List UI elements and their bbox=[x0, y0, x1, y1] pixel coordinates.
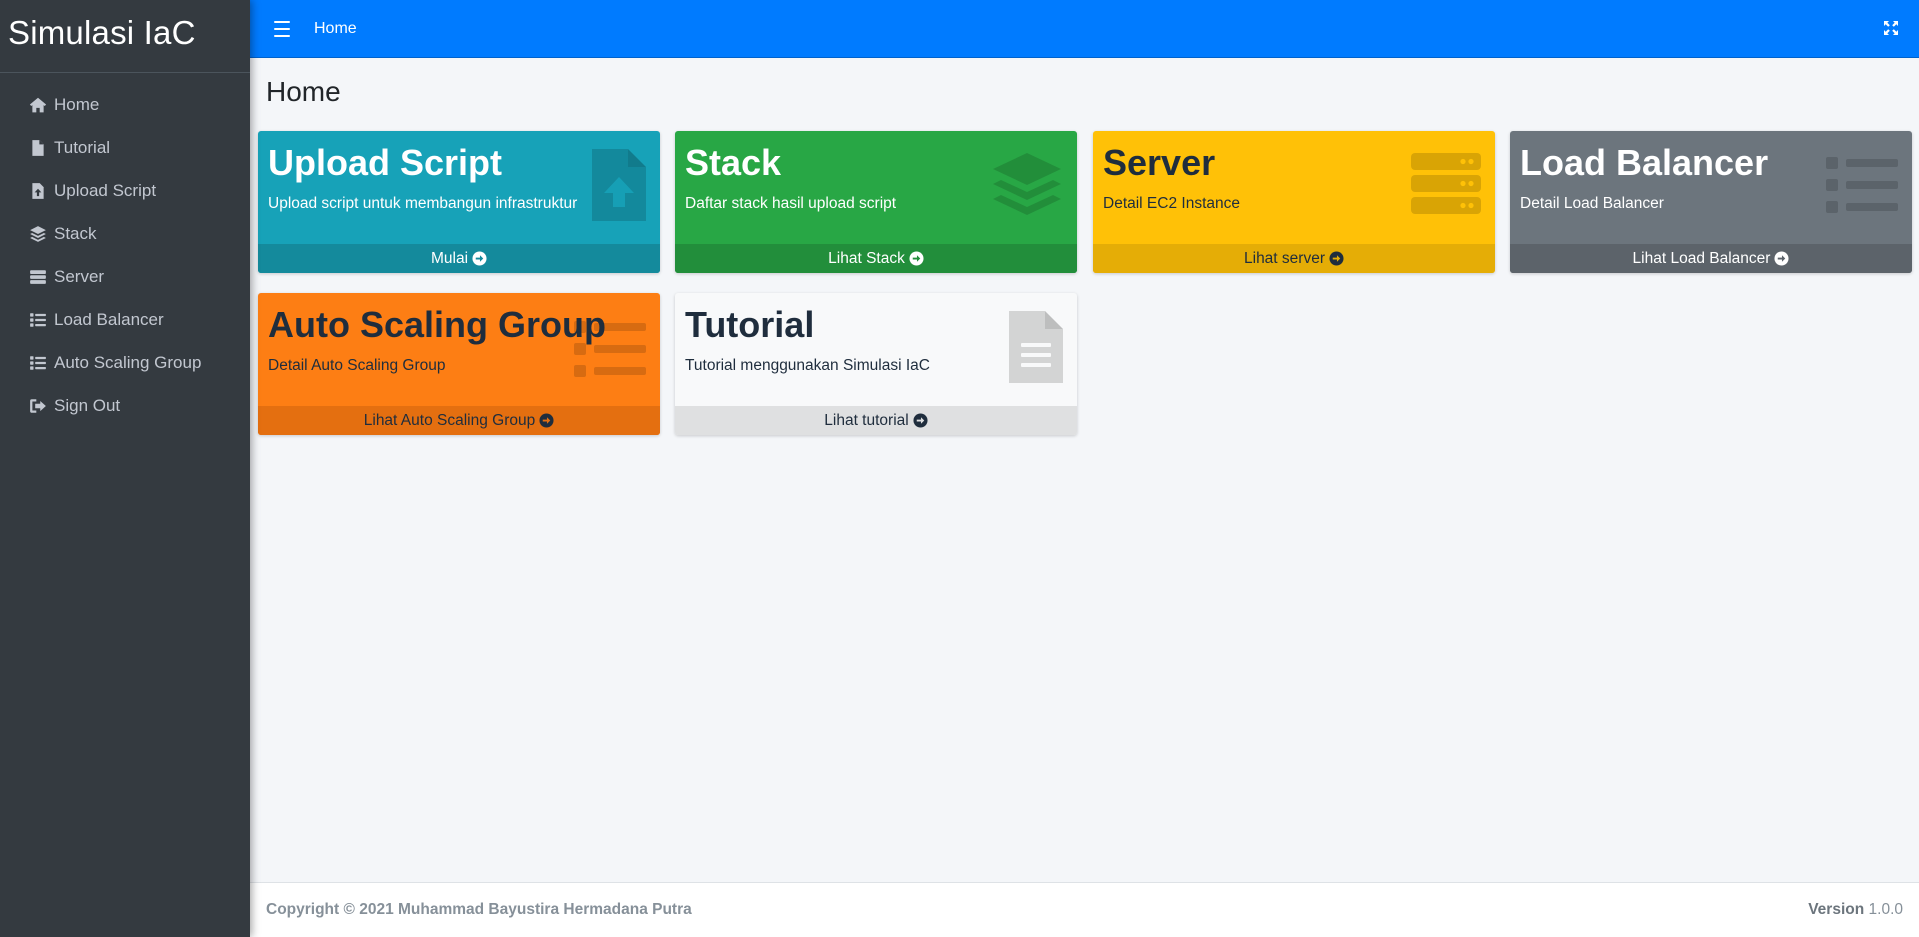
card-footer-link[interactable]: Mulai bbox=[258, 244, 660, 273]
card-footer-link[interactable]: Lihat Load Balancer bbox=[1510, 244, 1912, 273]
card-title: Tutorial bbox=[685, 304, 815, 345]
main-sidebar: Simulasi IaC Home Tutorial Upload Script… bbox=[0, 0, 250, 937]
arrow-circle-right-icon bbox=[913, 413, 928, 428]
sidebar-item-label: Stack bbox=[54, 223, 97, 243]
sidebar-item-label: Tutorial bbox=[54, 137, 111, 157]
brand-title: Simulasi IaC bbox=[8, 14, 196, 51]
card-link-text: Lihat Load Balancer bbox=[1632, 249, 1771, 267]
home-icon bbox=[28, 95, 48, 115]
sidebar-item-label: Server bbox=[54, 266, 105, 286]
page-title: Home bbox=[266, 76, 341, 107]
card-description: Detail EC2 Instance bbox=[1103, 194, 1240, 212]
card-title: Stack bbox=[685, 142, 782, 183]
list-icon bbox=[28, 353, 48, 373]
card-link-text: Mulai bbox=[430, 249, 469, 267]
sidebar-item-label: Load Balancer bbox=[54, 309, 164, 329]
card-description: Tutorial menggunakan Simulasi IaC bbox=[685, 356, 930, 374]
file-icon bbox=[28, 138, 48, 158]
card-link-text: Lihat Auto Scaling Group bbox=[363, 411, 536, 429]
sidebar-item-server[interactable]: Server bbox=[0, 255, 250, 298]
sidebar-item-tutorial[interactable]: Tutorial bbox=[0, 126, 250, 169]
card-description: Daftar stack hasil upload script bbox=[685, 194, 897, 212]
sidebar-item-stack[interactable]: Stack bbox=[0, 212, 250, 255]
card-link-text: Lihat tutorial bbox=[824, 411, 909, 429]
main-footer: Copyright © 2021 Muhammad Bayustira Herm… bbox=[250, 882, 1919, 937]
arrow-circle-right-icon bbox=[909, 251, 924, 266]
sidebar-item-label: Upload Script bbox=[54, 180, 157, 200]
card-title: Upload Script bbox=[268, 142, 503, 183]
card-title: Load Balancer bbox=[1520, 142, 1769, 183]
sidebar-item-label: Home bbox=[54, 94, 100, 114]
card-tutorial: Tutorial Tutorial menggunakan Simulasi I… bbox=[675, 293, 1077, 435]
sidebar-item-sign-out[interactable]: Sign Out bbox=[0, 384, 250, 427]
expand-icon[interactable] bbox=[1883, 20, 1899, 36]
file-upload-icon bbox=[28, 181, 48, 201]
sidebar-item-load-balancer[interactable]: Load Balancer bbox=[0, 298, 250, 341]
server-icon bbox=[28, 267, 48, 287]
sign-out-icon bbox=[28, 396, 48, 416]
arrow-circle-right-icon bbox=[539, 413, 554, 428]
sidebar-item-label: Sign Out bbox=[54, 395, 121, 415]
card-footer-link[interactable]: Lihat Auto Scaling Group bbox=[258, 406, 660, 435]
version-info: Version 1.0.0 bbox=[1808, 901, 1903, 919]
arrow-circle-right-icon bbox=[1774, 251, 1789, 266]
card-stack: Stack Daftar stack hasil upload script L… bbox=[675, 131, 1077, 273]
card-link-text: Lihat Stack bbox=[828, 249, 905, 267]
sidebar-item-home[interactable]: Home bbox=[0, 83, 250, 126]
card-link-text: Lihat server bbox=[1244, 249, 1325, 267]
nav-home-link[interactable]: Home bbox=[314, 20, 357, 38]
sidebar-nav: Home Tutorial Upload Script Stack Server bbox=[0, 73, 250, 427]
card-title: Auto Scaling Group bbox=[268, 304, 606, 345]
card-description: Upload script untuk membangun infrastruk… bbox=[268, 194, 578, 212]
version-number: 1.0.0 bbox=[1868, 901, 1903, 918]
arrow-circle-right-icon bbox=[472, 251, 487, 266]
card-load-balancer: Load Balancer Detail Load Balancer Lihat… bbox=[1510, 131, 1912, 273]
arrow-circle-right-icon bbox=[1329, 251, 1344, 266]
sidebar-item-label: Auto Scaling Group bbox=[54, 352, 202, 372]
card-server: Server Detail EC2 Instance Lihat server bbox=[1093, 131, 1495, 273]
card-description: Detail Auto Scaling Group bbox=[268, 356, 446, 374]
version-label: Version bbox=[1808, 901, 1865, 918]
card-title: Server bbox=[1103, 142, 1216, 183]
list-icon bbox=[28, 310, 48, 330]
card-footer-link[interactable]: Lihat server bbox=[1093, 244, 1495, 273]
card-description: Detail Load Balancer bbox=[1520, 194, 1664, 212]
layer-group-icon bbox=[28, 224, 48, 244]
sidebar-item-auto-scaling-group[interactable]: Auto Scaling Group bbox=[0, 341, 250, 384]
sidebar-item-upload-script[interactable]: Upload Script bbox=[0, 169, 250, 212]
card-footer-link[interactable]: Lihat tutorial bbox=[675, 406, 1077, 435]
card-upload-script: Upload Script Upload script untuk memban… bbox=[258, 131, 660, 273]
brand-link[interactable]: Simulasi IaC bbox=[0, 0, 250, 73]
copyright-text: Copyright © 2021 Muhammad Bayustira Herm… bbox=[266, 901, 692, 918]
card-footer-link[interactable]: Lihat Stack bbox=[675, 244, 1077, 273]
card-auto-scaling-group: Auto Scaling Group Detail Auto Scaling G… bbox=[258, 293, 660, 435]
top-navbar: Home bbox=[250, 0, 1919, 58]
hamburger-icon[interactable] bbox=[274, 20, 290, 37]
